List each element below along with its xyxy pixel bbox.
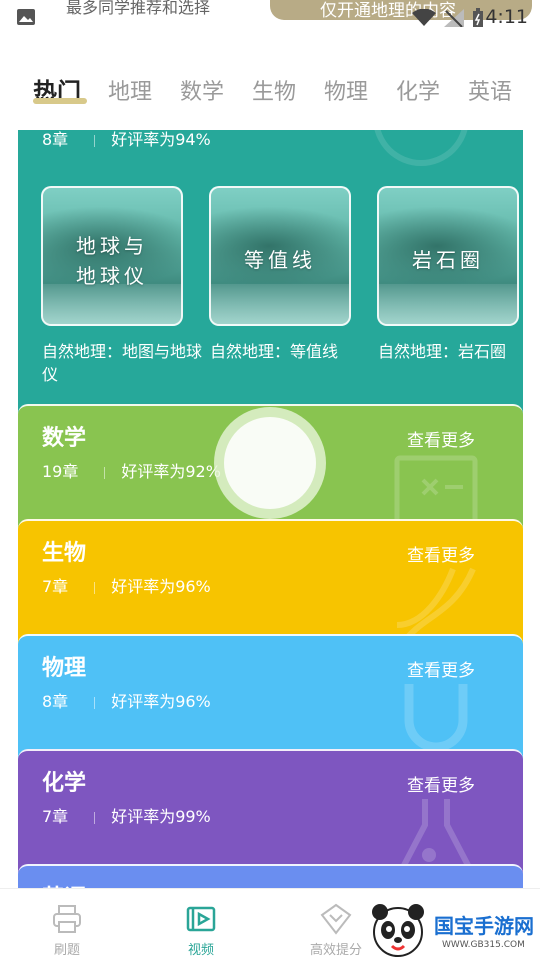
tab-geography[interactable]: 地理 xyxy=(108,74,152,106)
tab-physics[interactable]: 物理 xyxy=(324,74,368,106)
chapter-count: 7章 xyxy=(42,807,69,826)
chapter-count: 7章 xyxy=(42,577,69,596)
subject-title: 数学 xyxy=(42,426,87,451)
view-more-button[interactable]: 查看更多 xyxy=(407,426,475,451)
battery-icon xyxy=(473,8,483,27)
subject-tabs: 热门 地理 数学 生物 物理 化学 英语 xyxy=(0,62,540,118)
chapter-count: 8章 xyxy=(42,692,69,711)
blackboard-icon xyxy=(394,455,478,527)
lesson-thumbnail[interactable]: 地球与 地球仪 xyxy=(41,186,183,326)
subject-title: 化学 xyxy=(42,771,87,796)
watermark-url: WWW.GB315.COM xyxy=(442,940,525,950)
chapter-count: 19章 xyxy=(42,462,79,481)
subject-meta: 19章 好评率为92% xyxy=(42,458,221,482)
subject-meta: 7章 好评率为99% xyxy=(42,803,211,827)
subject-title: 英语 xyxy=(42,880,86,888)
lesson-caption[interactable]: 自然地理：岩石圈 xyxy=(378,340,538,363)
floating-touch-button[interactable] xyxy=(224,417,316,509)
subject-card-english[interactable]: 英语 xyxy=(18,864,523,888)
subject-title: 物理 xyxy=(42,656,87,681)
thumbnail-title: 地球与 xyxy=(76,234,148,258)
nav-item-practice[interactable]: 刷题 xyxy=(17,889,117,961)
lesson-thumbnail[interactable]: 岩石圈 xyxy=(377,186,519,326)
lesson-caption[interactable]: 自然地理：等值线 xyxy=(210,340,370,363)
view-more-button[interactable]: 查看更多 xyxy=(407,541,475,566)
tab-chemistry[interactable]: 化学 xyxy=(396,74,440,106)
wifi-icon xyxy=(412,9,436,26)
nav-label: 刷题 xyxy=(53,943,80,958)
signal-off-icon xyxy=(444,9,464,27)
nav-item-video[interactable]: 视频 xyxy=(151,889,251,961)
status-ticker-text: 最多同学推荐和选择 xyxy=(66,0,211,17)
lesson-caption[interactable]: 自然地理：地图与地球仪 xyxy=(42,340,202,386)
subject-title: 生物 xyxy=(42,541,87,566)
active-tab-indicator xyxy=(33,98,87,104)
rating-text: 好评率为99% xyxy=(111,807,211,826)
chapter-count: 8章 xyxy=(42,130,69,149)
clock: 4:11 xyxy=(485,6,528,28)
globe-icon xyxy=(373,130,469,166)
nav-label: 视频 xyxy=(187,943,214,958)
geography-meta: 8章 好评率为94% xyxy=(42,130,211,150)
thumbnail-title: 岩石圈 xyxy=(412,248,484,272)
image-icon xyxy=(17,9,35,25)
dna-icon xyxy=(396,567,476,645)
magnet-icon xyxy=(404,684,468,752)
rating-text: 好评率为96% xyxy=(111,577,211,596)
site-watermark: 国宝手游网 WWW.GB315.COM xyxy=(366,900,540,960)
rating-text: 好评率为96% xyxy=(111,692,211,711)
thumbnail-title: 等值线 xyxy=(244,248,316,272)
printer-icon xyxy=(53,905,81,933)
course-list: 8章 好评率为94% 地球与 地球仪 自然地理：地图与地球仪 等值线 自然地理：等… xyxy=(0,130,540,888)
tab-math[interactable]: 数学 xyxy=(180,74,224,106)
rating-text: 好评率为92% xyxy=(121,462,221,481)
geography-card: 8章 好评率为94% 地球与 地球仪 自然地理：地图与地球仪 等值线 自然地理：等… xyxy=(18,130,523,430)
rating-text: 好评率为94% xyxy=(111,130,211,149)
tab-english[interactable]: 英语 xyxy=(468,74,512,106)
flask-icon xyxy=(396,799,476,874)
status-bar: 最多同学推荐和选择 仅开通地理的内容 4:11 xyxy=(0,0,540,34)
tab-biology[interactable]: 生物 xyxy=(252,74,296,106)
video-icon xyxy=(186,906,216,932)
lesson-thumbnail[interactable]: 等值线 xyxy=(209,186,351,326)
subject-meta: 7章 好评率为96% xyxy=(42,573,211,597)
view-more-button[interactable]: 查看更多 xyxy=(407,771,475,796)
watermark-title: 国宝手游网 xyxy=(434,914,534,938)
system-icons xyxy=(412,8,484,28)
chevron-badge-icon xyxy=(320,903,352,935)
thumbnail-title: 地球仪 xyxy=(76,264,148,288)
view-more-button[interactable]: 查看更多 xyxy=(407,656,475,681)
subject-meta: 8章 好评率为96% xyxy=(42,688,211,712)
panda-logo-icon xyxy=(372,904,424,957)
